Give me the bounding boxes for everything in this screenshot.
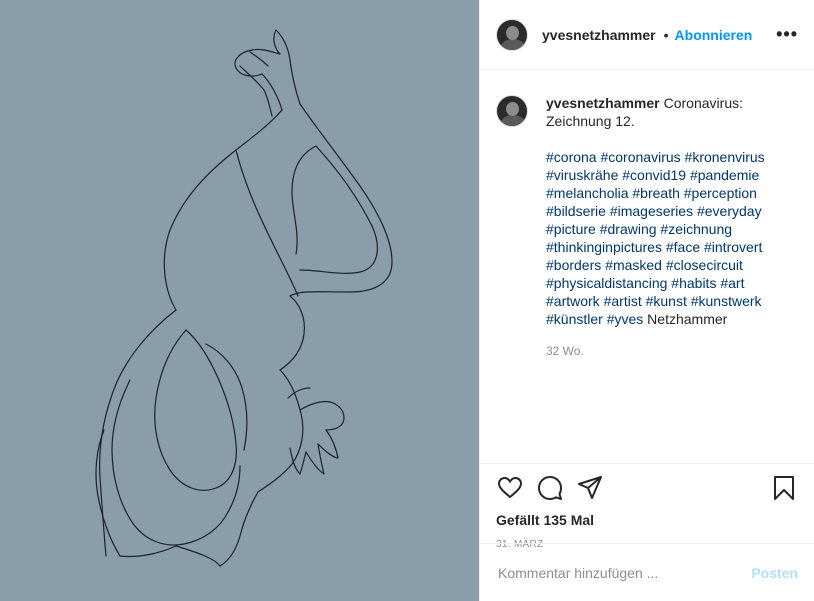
hashtag-link[interactable]: #face [666, 239, 700, 255]
hashtag-line: #borders #masked #closecircuit [546, 256, 786, 274]
comment-icon[interactable] [536, 474, 564, 502]
like-count[interactable]: Gefällt 135 Mal [496, 512, 798, 528]
caption-text: yvesnetzhammer Coronavirus: Zeichnung 12.… [546, 94, 786, 360]
hashtag-link[interactable]: #artist [604, 293, 642, 309]
hashtag-link[interactable]: #thinkinginpictures [546, 239, 662, 255]
comments-section: yvesnetzhammer Coronavirus: Zeichnung 12.… [480, 70, 814, 463]
hashtag-line: #picture #drawing #zeichnung [546, 220, 786, 238]
avatar[interactable] [496, 18, 528, 51]
more-options-icon[interactable]: ••• [776, 24, 798, 45]
hashtag-link[interactable]: #kunst [646, 293, 687, 309]
hashtag-line: #physicaldistancing #habits #art [546, 274, 786, 292]
hashtag-line: #künstler #yves Netzhammer [546, 310, 786, 328]
hashtag-link[interactable]: #bildserie [546, 203, 606, 219]
post-image[interactable] [0, 0, 479, 601]
hashtag-link[interactable]: #physicaldistancing [546, 275, 667, 291]
hashtag-link[interactable]: #borders [546, 257, 601, 273]
bookmark-icon[interactable] [770, 474, 798, 502]
caption-username[interactable]: yvesnetzhammer [546, 95, 660, 111]
hashtag-link[interactable]: #imageseries [610, 203, 693, 219]
line-drawing-illustration [95, 29, 393, 567]
hashtag-link[interactable]: #picture [546, 221, 596, 237]
paper-plane-icon[interactable] [576, 474, 604, 502]
hashtag-line: #artwork #artist #kunst #kunstwerk [546, 292, 786, 310]
hashtag-link[interactable]: #drawing [600, 221, 657, 237]
instagram-post: yvesnetzhammer • Abonnieren ••• yvesnetz… [0, 0, 814, 601]
hashtag-list: #corona #coronavirus #kronenvirus #virusk… [546, 148, 786, 328]
hashtag-link[interactable]: #masked [605, 257, 662, 273]
hashtag-link[interactable]: #coronavirus [600, 149, 680, 165]
hashtag-link[interactable]: #künstler [546, 311, 603, 327]
post-comment-button[interactable]: Posten [751, 565, 798, 581]
hashtag-link[interactable]: #closecircuit [666, 257, 743, 273]
hashtag-link[interactable]: #art [720, 275, 744, 291]
caption-trailing-word: Netzhammer [647, 311, 728, 327]
hashtag-line: #corona #coronavirus #kronenvirus [546, 148, 786, 166]
hashtag-link[interactable]: #kronenvirus [685, 149, 765, 165]
hashtag-link[interactable]: #artwork [546, 293, 600, 309]
caption-avatar[interactable] [496, 95, 528, 127]
hashtag-link[interactable]: #everyday [697, 203, 762, 219]
hashtag-link[interactable]: #convid19 [622, 167, 686, 183]
hashtag-link[interactable]: #perception [684, 185, 757, 201]
caption-row: yvesnetzhammer Coronavirus: Zeichnung 12.… [496, 94, 798, 360]
hashtag-link[interactable]: #introvert [704, 239, 762, 255]
hashtag-link[interactable]: #zeichnung [660, 221, 732, 237]
hashtag-link[interactable]: #viruskrähe [546, 167, 618, 183]
post-age[interactable]: 32 Wo. [546, 342, 786, 360]
comment-input[interactable] [496, 563, 752, 582]
hashtag-line: #melancholia #breath #perception [546, 184, 786, 202]
hashtag-line: #viruskrähe #convid19 #pandemie [546, 166, 786, 184]
post-details-panel: yvesnetzhammer • Abonnieren ••• yvesnetz… [479, 0, 814, 601]
action-bar: Gefällt 135 Mal 31. MÄRZ [480, 463, 814, 550]
header-username[interactable]: yvesnetzhammer [542, 27, 656, 43]
hashtag-link[interactable]: #yves [607, 311, 644, 327]
hashtag-link[interactable]: #habits [671, 275, 716, 291]
post-header: yvesnetzhammer • Abonnieren ••• [480, 0, 814, 70]
hashtag-link[interactable]: #corona [546, 149, 597, 165]
hashtag-link[interactable]: #kunstwerk [691, 293, 762, 309]
follow-button[interactable]: Abonnieren [675, 27, 753, 43]
separator-dot: • [663, 26, 669, 43]
comment-form: Posten [480, 543, 814, 601]
hashtag-line: #bildserie #imageseries #everyday [546, 202, 786, 220]
hashtag-line: #thinkinginpictures #face #introvert [546, 238, 786, 256]
hashtag-link[interactable]: #breath [632, 185, 679, 201]
hashtag-link[interactable]: #pandemie [690, 167, 759, 183]
hashtag-link[interactable]: #melancholia [546, 185, 629, 201]
action-icons [496, 474, 798, 502]
heart-icon[interactable] [496, 474, 524, 502]
